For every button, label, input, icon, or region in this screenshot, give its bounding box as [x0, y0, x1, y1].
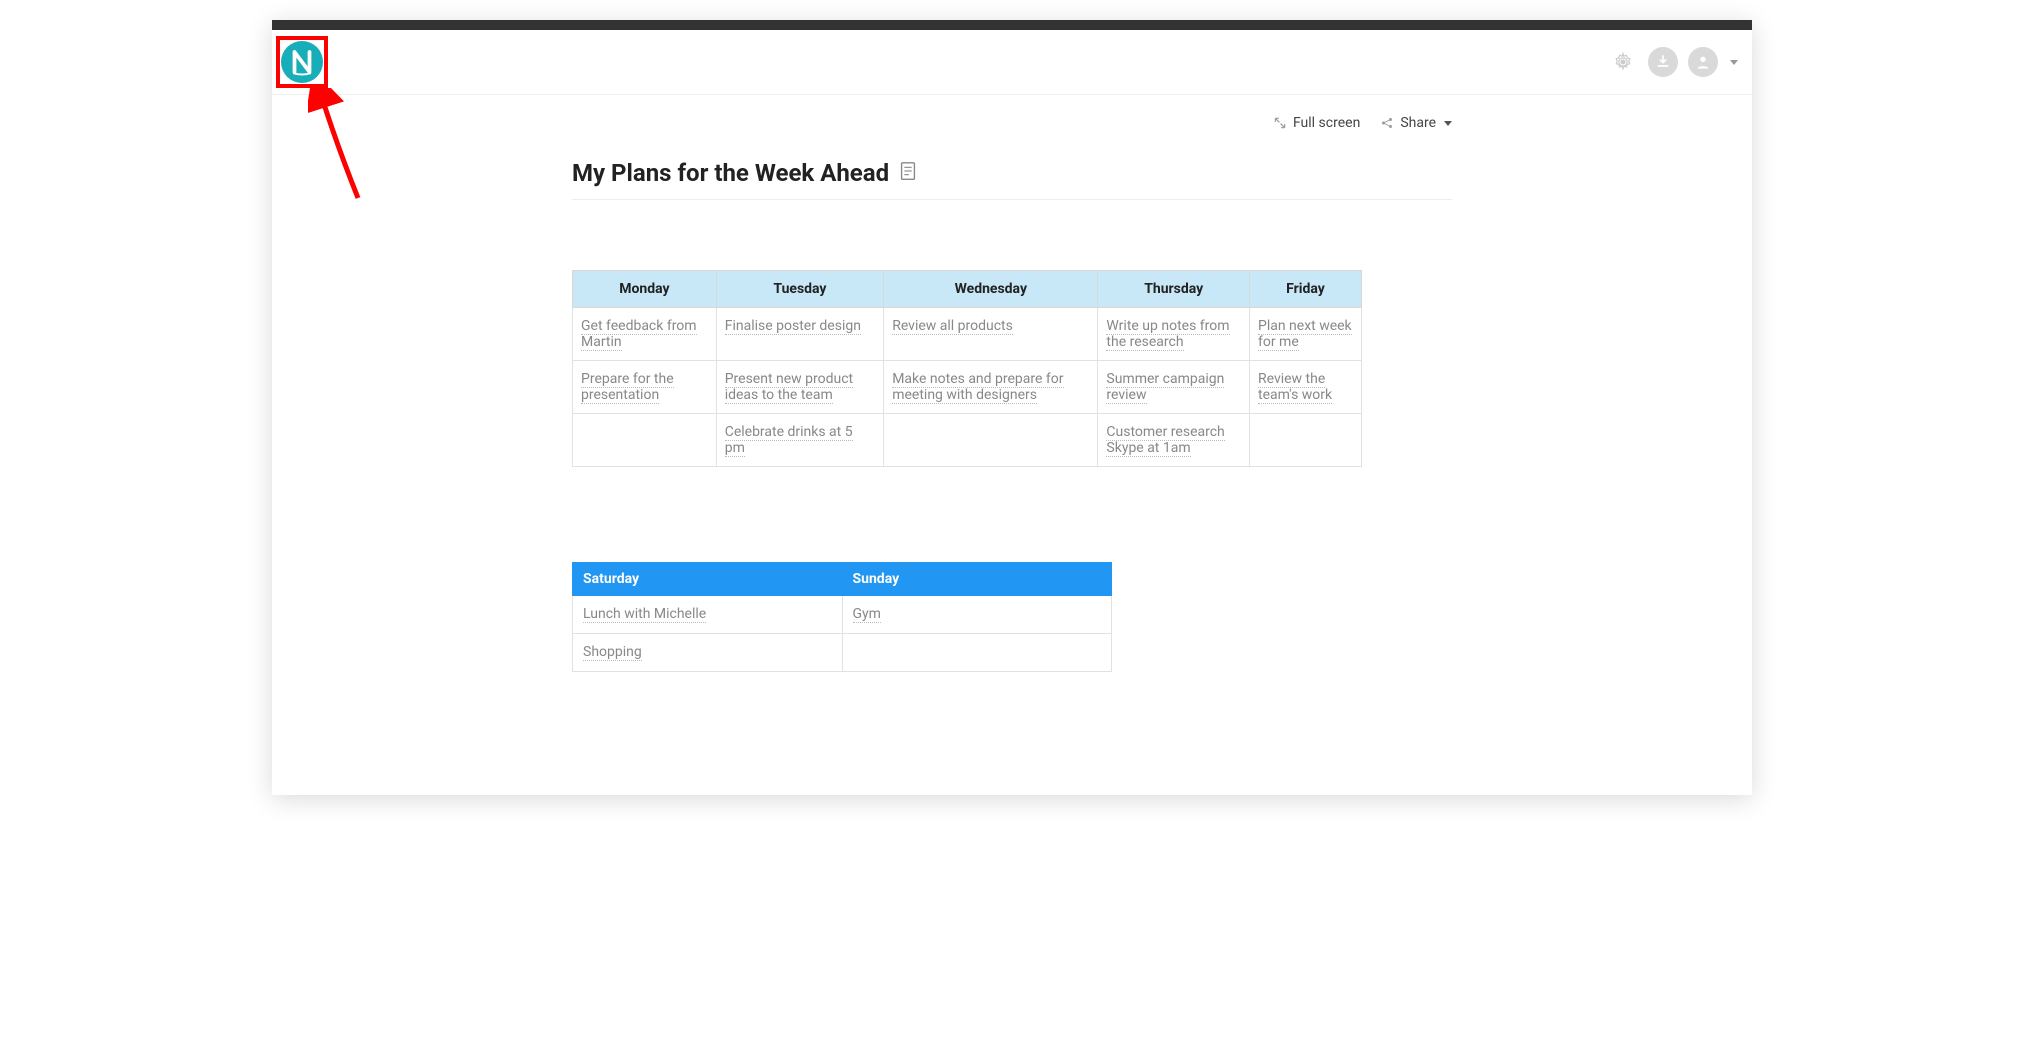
expand-icon	[1273, 116, 1287, 130]
document-title-row: My Plans for the Week Ahead	[572, 139, 1452, 200]
document-toolbar: Full screen Share	[572, 95, 1452, 139]
col-monday: Monday	[573, 271, 717, 308]
col-thursday: Thursday	[1098, 271, 1250, 308]
task-link[interactable]: Finalise poster design	[725, 318, 861, 335]
account-dropdown-caret[interactable]	[1730, 60, 1738, 65]
document-icon	[897, 160, 919, 186]
col-sunday: Sunday	[842, 563, 1112, 596]
fullscreen-button[interactable]: Full screen	[1273, 115, 1360, 131]
task-link[interactable]: Shopping	[583, 644, 642, 661]
table-row: Get feedback from Martin Finalise poster…	[573, 308, 1362, 361]
download-icon	[1655, 54, 1671, 70]
task-link[interactable]: Celebrate drinks at 5 pm	[725, 424, 853, 457]
table-row: Prepare for the presentation Present new…	[573, 361, 1362, 414]
settings-button[interactable]	[1608, 47, 1638, 77]
task-link[interactable]: Summer campaign review	[1106, 371, 1224, 404]
share-icon	[1380, 116, 1394, 130]
content-scrollarea[interactable]: Full screen Share My Plans for the Week …	[272, 95, 1752, 795]
header	[272, 30, 1752, 95]
task-link[interactable]: Customer research Skype at 1am	[1106, 424, 1224, 457]
task-link[interactable]: Get feedback from Martin	[581, 318, 697, 351]
fullscreen-label: Full screen	[1293, 115, 1360, 131]
document-container: Full screen Share My Plans for the Week …	[572, 95, 1452, 672]
header-actions	[1608, 47, 1738, 77]
task-link[interactable]: Review all products	[892, 318, 1013, 335]
table-row: Lunch with Michelle Gym	[573, 596, 1112, 634]
user-icon	[1695, 54, 1711, 70]
col-friday: Friday	[1249, 271, 1361, 308]
window-titlebar	[272, 20, 1752, 30]
table-row: Celebrate drinks at 5 pm Customer resear…	[573, 414, 1362, 467]
logo-n-icon	[287, 47, 317, 77]
app-window: Full screen Share My Plans for the Week …	[272, 20, 1752, 795]
share-button[interactable]: Share	[1380, 115, 1452, 131]
account-button[interactable]	[1688, 47, 1718, 77]
app-logo[interactable]	[281, 41, 323, 83]
share-label: Share	[1400, 115, 1436, 131]
task-link[interactable]: Prepare for the presentation	[581, 371, 674, 404]
task-link[interactable]: Gym	[853, 606, 881, 623]
share-caret-icon	[1444, 121, 1452, 126]
tables-section: Monday Tuesday Wednesday Thursday Friday…	[572, 270, 1452, 672]
weekday-table: Monday Tuesday Wednesday Thursday Friday…	[572, 270, 1362, 467]
task-link[interactable]: Review the team's work	[1258, 371, 1332, 404]
task-link[interactable]: Plan next week for me	[1258, 318, 1352, 351]
col-wednesday: Wednesday	[884, 271, 1098, 308]
task-link[interactable]: Present new product ideas to the team	[725, 371, 853, 404]
task-link[interactable]: Make notes and prepare for meeting with …	[892, 371, 1063, 404]
table-row: Shopping	[573, 634, 1112, 672]
col-tuesday: Tuesday	[716, 271, 884, 308]
col-saturday: Saturday	[573, 563, 843, 596]
gear-icon	[1613, 52, 1633, 72]
weekend-table: Saturday Sunday Lunch with Michelle Gym …	[572, 562, 1112, 672]
document-title: My Plans for the Week Ahead	[572, 159, 889, 187]
task-link[interactable]: Write up notes from the research	[1106, 318, 1229, 351]
logo-highlight-box	[276, 36, 328, 88]
task-link[interactable]: Lunch with Michelle	[583, 606, 706, 623]
download-button[interactable]	[1648, 47, 1678, 77]
